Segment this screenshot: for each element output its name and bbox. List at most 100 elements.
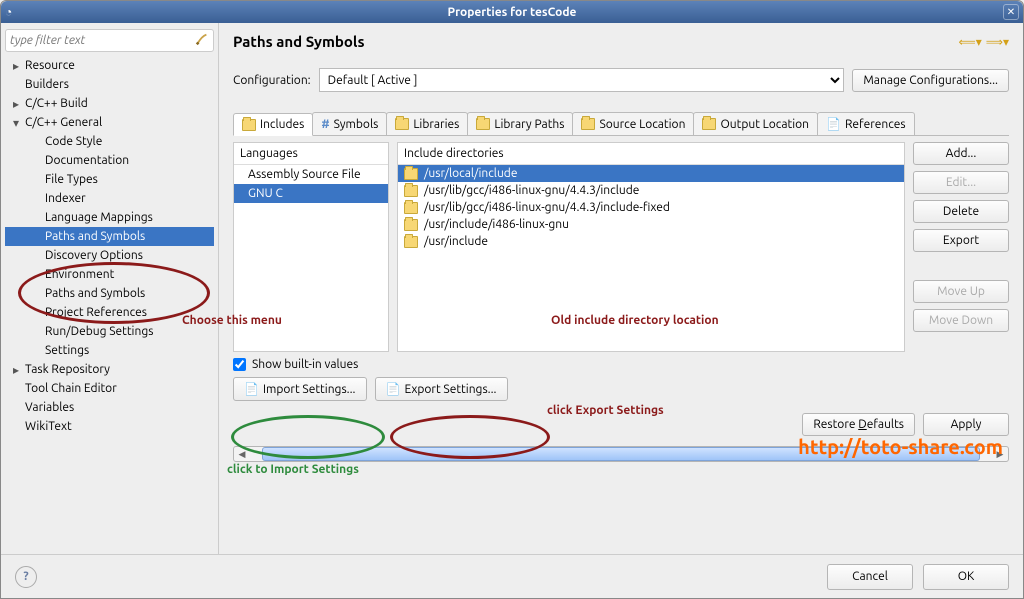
expand-arrow-icon[interactable]: ▸ [11,59,21,73]
tab-output-location[interactable]: Output Location [693,112,818,135]
move-down-button[interactable]: Move Down [913,309,1009,332]
tree-item-label: Discovery Options [45,249,143,262]
expand-arrow-icon[interactable]: ▾ [11,116,21,130]
tree-item[interactable]: ▸ Resource [5,56,214,75]
file-icon: 📄 [826,117,841,131]
folder-icon [395,118,409,130]
tree-item-label: Builders [25,78,69,91]
help-icon[interactable]: ? [15,566,37,588]
tree-item[interactable]: Code Style [5,132,214,151]
tree-item[interactable]: Variables [5,398,214,417]
apply-button[interactable]: Apply [923,413,1009,436]
page-title: Paths and Symbols [233,33,365,50]
forward-arrow-icon[interactable]: ⟹▾ [986,35,1009,49]
tab-references[interactable]: 📄References [817,112,915,135]
tree-item-label: File Types [45,173,98,186]
tree-item[interactable]: Paths and Symbols [5,227,214,246]
tree-item[interactable]: Settings [5,341,214,360]
clear-filter-icon[interactable] [195,32,209,49]
annotation-click-import: click to Import Settings [227,463,359,476]
folder-icon [702,118,716,130]
show-builtin-label: Show built-in values [252,358,358,371]
delete-button[interactable]: Delete [913,200,1009,223]
include-path: /usr/lib/gcc/i486-linux-gnu/4.4.3/includ… [424,201,670,214]
language-item[interactable]: GNU C [234,184,388,203]
tree-item[interactable]: Documentation [5,151,214,170]
export-settings-button[interactable]: 📄 Export Settings... [375,377,508,401]
tree-item[interactable]: Tool Chain Editor [5,379,214,398]
expand-arrow-icon[interactable]: ▸ [11,363,21,377]
tree-item-label: Variables [25,401,74,414]
include-directories-header: Include directories [398,143,904,165]
show-builtin-checkbox[interactable] [233,358,246,371]
move-up-button[interactable]: Move Up [913,280,1009,303]
tree-item[interactable]: Paths and Symbols [5,284,214,303]
tree-item-label: Project References [45,306,147,319]
tree-item-label: Environment [45,268,114,281]
folder-icon [404,236,418,248]
folder-icon [476,118,490,130]
tree-item-label: Resource [25,59,75,72]
window-close-button[interactable]: ✕ [1003,4,1019,20]
include-item[interactable]: /usr/local/include [398,165,904,182]
tab-includes[interactable]: Includes [233,113,313,136]
tree-sidebar: ▸ Resource Builders ▸C/C++ Build▾C/C++ Gene… [1,23,219,554]
tree-item[interactable]: Builders [5,75,214,94]
tree-item-label: Task Repository [25,363,110,376]
back-arrow-icon[interactable]: ⟸▾ [959,35,982,49]
filter-input[interactable] [10,34,195,47]
include-item[interactable]: /usr/include [398,233,904,250]
import-icon: 📄 [244,382,259,396]
filter-box[interactable] [5,29,214,52]
folder-icon [404,219,418,231]
include-item[interactable]: /usr/lib/gcc/i486-linux-gnu/4.4.3/includ… [398,182,904,199]
language-item[interactable]: Assembly Source File [234,165,388,184]
tree-item-label: Tool Chain Editor [25,382,117,395]
ok-button[interactable]: OK [923,564,1009,590]
edit-button[interactable]: Edit... [913,171,1009,194]
languages-header: Languages [234,143,388,165]
configuration-label: Configuration: [233,74,311,87]
folder-icon [404,168,418,180]
tree-item-label: Code Style [45,135,102,148]
tab-symbols[interactable]: #Symbols [312,112,387,135]
tab-source-location[interactable]: Source Location [572,112,694,135]
folder-icon [581,118,595,130]
tree-item-label: Documentation [45,154,129,167]
tab-libraries[interactable]: Libraries [386,112,468,135]
include-path: /usr/include [424,235,488,248]
configuration-select[interactable]: Default [ Active ] [319,68,845,92]
import-settings-button[interactable]: 📄 Import Settings... [233,377,367,401]
tree-item[interactable]: ▾C/C++ General [5,113,214,132]
export-icon: 📄 [386,382,401,396]
cancel-button[interactable]: Cancel [827,564,913,590]
tree-item[interactable]: Discovery Options [5,246,214,265]
tree-item-label: Paths and Symbols [45,287,145,300]
include-item[interactable]: /usr/include/i486-linux-gnu [398,216,904,233]
tree-item[interactable]: ▸ Task Repository [5,360,214,379]
folder-icon [404,185,418,197]
tree-item-label: Settings [45,344,89,357]
tree-item[interactable]: Indexer [5,189,214,208]
tree-item[interactable]: ▸C/C++ Build [5,94,214,113]
tree-item[interactable]: Run/Debug Settings [5,322,214,341]
manage-configurations-button[interactable]: Manage Configurations... [852,69,1009,92]
tree-item[interactable]: WikiText [5,417,214,436]
include-path: /usr/lib/gcc/i486-linux-gnu/4.4.3/includ… [424,184,639,197]
tree-item[interactable]: Project References [5,303,214,322]
tree-item[interactable]: Environment [5,265,214,284]
include-item[interactable]: /usr/lib/gcc/i486-linux-gnu/4.4.3/includ… [398,199,904,216]
export-button[interactable]: Export [913,229,1009,252]
restore-defaults-button[interactable]: Restore Defaults [802,413,915,436]
tree-item[interactable]: Language Mappings [5,208,214,227]
folder-icon [404,202,418,214]
expand-arrow-icon[interactable]: ▸ [11,97,21,111]
app-icon: ◔ [5,5,19,19]
horizontal-scrollbar[interactable]: ◀ ▶ [233,446,1009,462]
tab-library-paths[interactable]: Library Paths [467,112,573,135]
tree-item-label: WikiText [25,420,72,433]
add-button[interactable]: Add... [913,142,1009,165]
tree-item-label: Run/Debug Settings [45,325,153,338]
tree-item[interactable]: File Types [5,170,214,189]
languages-column: Languages Assembly Source FileGNU C [233,142,389,352]
